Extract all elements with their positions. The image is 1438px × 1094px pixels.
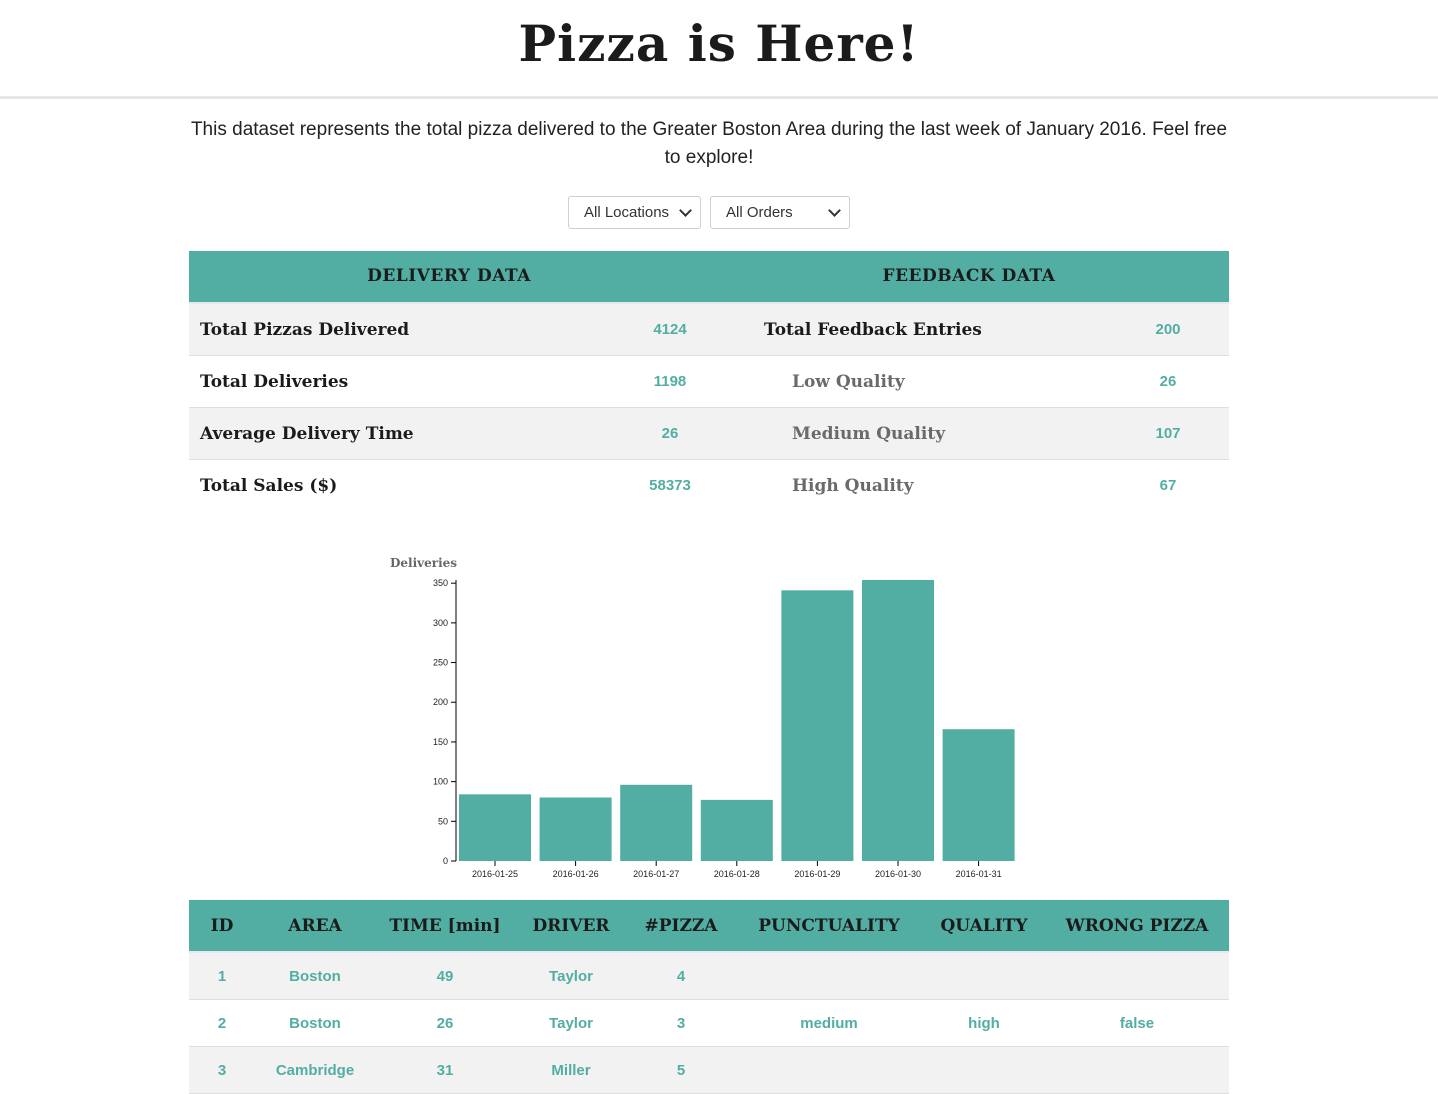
page-title: Pizza is Here! [518,14,920,73]
col-header-area[interactable]: AREA [255,916,375,936]
stats-row: Total Sales ($) 58373 High Quality 67 [189,460,1229,511]
cell-driver: Miller [551,1061,591,1079]
cell-time: 26 [436,1014,454,1032]
col-header-time[interactable]: TIME [min] [375,916,515,936]
cell-wrong-pizza: false [1119,1014,1155,1032]
stats-row: Total Pizzas Delivered 4124 Total Feedba… [189,304,1229,356]
location-select-value: All Locations [584,204,670,221]
delivery-label: Total Pizzas Delivered [200,319,410,340]
cell-quality: high [968,1014,1000,1032]
feedback-value: 26 [1159,373,1177,390]
feedback-label: Medium Quality [792,423,946,444]
chevron-down-icon [828,204,841,217]
stats-row: Total Deliveries 1198 Low Quality 26 [189,356,1229,408]
table-row: 3 Cambridge 31 Miller 5 [189,1047,1229,1094]
filter-bar: All Locations All Orders [568,196,850,229]
cell-punctuality: medium [800,1014,858,1032]
feedback-label: Low Quality [792,371,905,392]
y-tick-label: 300 [433,618,448,628]
y-tick-label: 250 [433,658,448,668]
x-tick-label: 2016-01-30 [875,869,921,879]
x-tick-label: 2016-01-31 [956,869,1002,879]
x-tick-label: 2016-01-25 [472,869,518,879]
location-select[interactable]: All Locations [568,196,701,229]
stats-table: DELIVERY DATA FEEDBACK DATA Total Pizzas… [189,251,1229,511]
delivery-label: Average Delivery Time [200,423,414,444]
cell-pizza-count: 4 [676,967,686,985]
y-tick-label: 0 [443,856,448,866]
orders-select-value: All Orders [726,204,793,221]
x-tick-label: 2016-01-29 [794,869,840,879]
delivery-label: Total Sales ($) [200,475,338,496]
bar-2016-01-29[interactable] [781,590,854,861]
feedback-label: High Quality [792,475,914,496]
cell-id: 3 [217,1061,227,1079]
cell-area: Boston [289,967,341,985]
cell-pizza-count: 3 [676,1014,686,1032]
feedback-value: 200 [1155,321,1181,338]
chart-bars [459,580,1015,861]
col-header-id[interactable]: ID [189,916,255,936]
y-tick-label: 50 [438,816,448,826]
col-header-wrong-pizza[interactable]: WRONG PIZZA [1045,916,1229,936]
col-header-quality[interactable]: QUALITY [923,916,1045,936]
feedback-label: Total Feedback Entries [764,319,982,340]
chart-x-axis: 2016-01-25 2016-01-26 2016-01-27 2016-01-28… [472,861,1002,879]
bar-2016-01-27[interactable] [620,784,693,861]
y-tick-label: 200 [433,697,448,707]
cell-id: 2 [217,1014,227,1032]
feedback-value: 107 [1155,425,1181,442]
cell-driver: Taylor [549,1014,593,1032]
y-tick-label: 350 [433,578,448,588]
cell-area: Boston [289,1014,341,1032]
intro-text: This dataset represents the total pizza … [190,119,1228,168]
orders-table: ID AREA TIME [min] DRIVER #PIZZA PUNCTUA… [189,900,1229,1094]
chart-y-axis: 0 50 100 150 200 250 300 350 [433,578,457,866]
x-tick-label: 2016-01-28 [714,869,760,879]
delivery-value: 4124 [653,321,687,338]
feedback-value: 67 [1159,477,1177,494]
x-tick-label: 2016-01-27 [633,869,679,879]
stats-row: Average Delivery Time 26 Medium Quality … [189,408,1229,460]
feedback-data-header: FEEDBACK DATA [882,266,1056,286]
page-header: Pizza is Here! [0,0,1438,99]
bar-2016-01-25[interactable] [459,794,531,861]
chevron-down-icon [679,204,692,217]
bar-2016-01-30[interactable] [862,580,934,861]
table-row: 1 Boston 49 Taylor 4 [189,953,1229,1000]
cell-id: 1 [217,967,227,985]
delivery-value: 58373 [649,477,691,494]
delivery-label: Total Deliveries [200,371,349,392]
y-tick-label: 100 [433,777,448,787]
delivery-value: 1198 [653,373,687,390]
delivery-data-header: DELIVERY DATA [367,266,531,286]
col-header-driver[interactable]: DRIVER [515,916,627,936]
cell-time: 49 [436,967,454,985]
cell-pizza-count: 5 [676,1061,686,1079]
orders-table-header: ID AREA TIME [min] DRIVER #PIZZA PUNCTUA… [189,900,1229,953]
deliveries-bar-chart: Deliveries 0 50 100 150 200 250 300 350 2016-01… [390,556,1015,879]
bar-2016-01-26[interactable] [539,797,612,861]
cell-area: Cambridge [275,1061,355,1079]
x-tick-label: 2016-01-26 [553,869,599,879]
col-header-pizza-count[interactable]: #PIZZA [627,916,735,936]
cell-time: 31 [436,1061,454,1079]
chart-y-axis-label: Deliveries [390,556,457,570]
delivery-value: 26 [661,425,679,442]
col-header-punctuality[interactable]: PUNCTUALITY [735,916,923,936]
y-tick-label: 150 [433,737,448,747]
table-row: 2 Boston 26 Taylor 3 medium high false [189,1000,1229,1047]
stats-header-row: DELIVERY DATA FEEDBACK DATA [189,251,1229,304]
orders-select[interactable]: All Orders [710,196,850,229]
bar-2016-01-28[interactable] [700,799,773,861]
cell-driver: Taylor [549,967,593,985]
bar-2016-01-31[interactable] [942,729,1015,861]
